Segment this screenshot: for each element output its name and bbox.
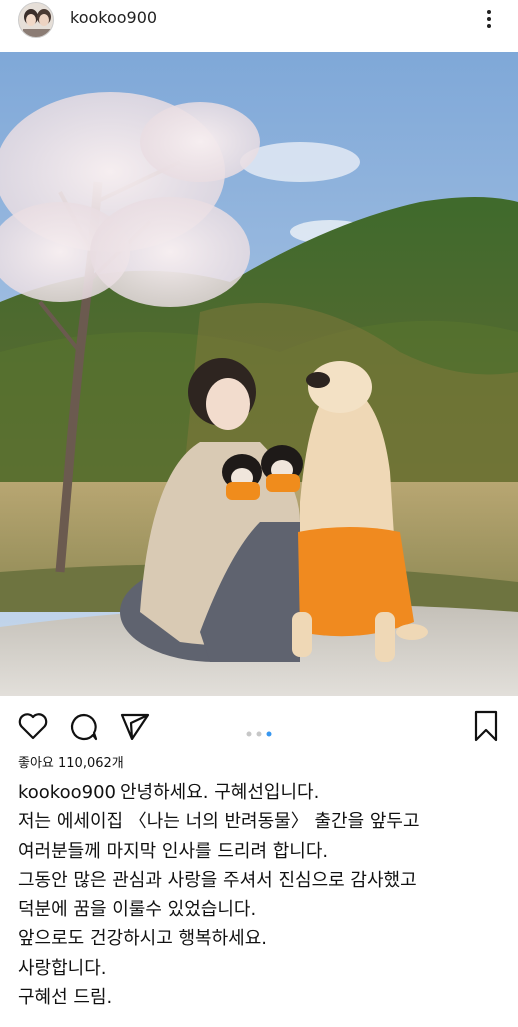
carousel-dots <box>246 731 272 737</box>
carousel-indicator <box>246 722 272 741</box>
avatar[interactable] <box>18 2 54 38</box>
caption-line: kookoo900 안녕하세요. 구혜선입니다. <box>18 782 320 803</box>
cropped-text-fragment <box>18 1018 208 1027</box>
caption-line: 사랑합니다. <box>18 957 107 979</box>
post-caption: kookoo900 안녕하세요. 구혜선입니다. 저는 에세이집 〈나는 너의 반… <box>18 778 508 1012</box>
post-header: kookoo900 <box>0 0 518 44</box>
caption-line: 여러분들께 마지막 인사를 드리려 합니다. <box>18 840 329 862</box>
send-icon[interactable] <box>120 712 150 740</box>
heart-icon[interactable] <box>18 712 48 740</box>
caption-username[interactable]: kookoo900 <box>18 782 116 803</box>
caption-line: 그동안 많은 관심과 사랑을 주셔서 진심으로 감사했고 <box>18 869 417 891</box>
photo-image <box>0 52 518 696</box>
bookmark-icon[interactable] <box>474 710 498 742</box>
caption-line: 앞으로도 건강하시고 행복하세요. <box>18 928 268 950</box>
caption-line: 저는 에세이집 〈나는 너의 반려동물〉 출간을 앞두고 <box>18 811 420 833</box>
more-vertical-icon[interactable] <box>482 8 496 30</box>
carousel-dot-2 <box>256 731 262 737</box>
carousel-dot-1 <box>246 731 252 737</box>
post-actions <box>0 706 518 746</box>
caption-line: 덕분에 꿈을 이룰수 있었습니다. <box>18 899 257 921</box>
post-username[interactable]: kookoo900 <box>70 8 157 27</box>
avatar-image <box>19 3 53 37</box>
post-photo[interactable] <box>0 52 518 696</box>
carousel-dot-3 <box>266 731 272 737</box>
caption-line: 구혜선 드림. <box>18 987 113 1009</box>
comment-icon[interactable] <box>69 712 99 742</box>
likes-count[interactable]: 좋아요 110,062개 <box>18 752 124 771</box>
